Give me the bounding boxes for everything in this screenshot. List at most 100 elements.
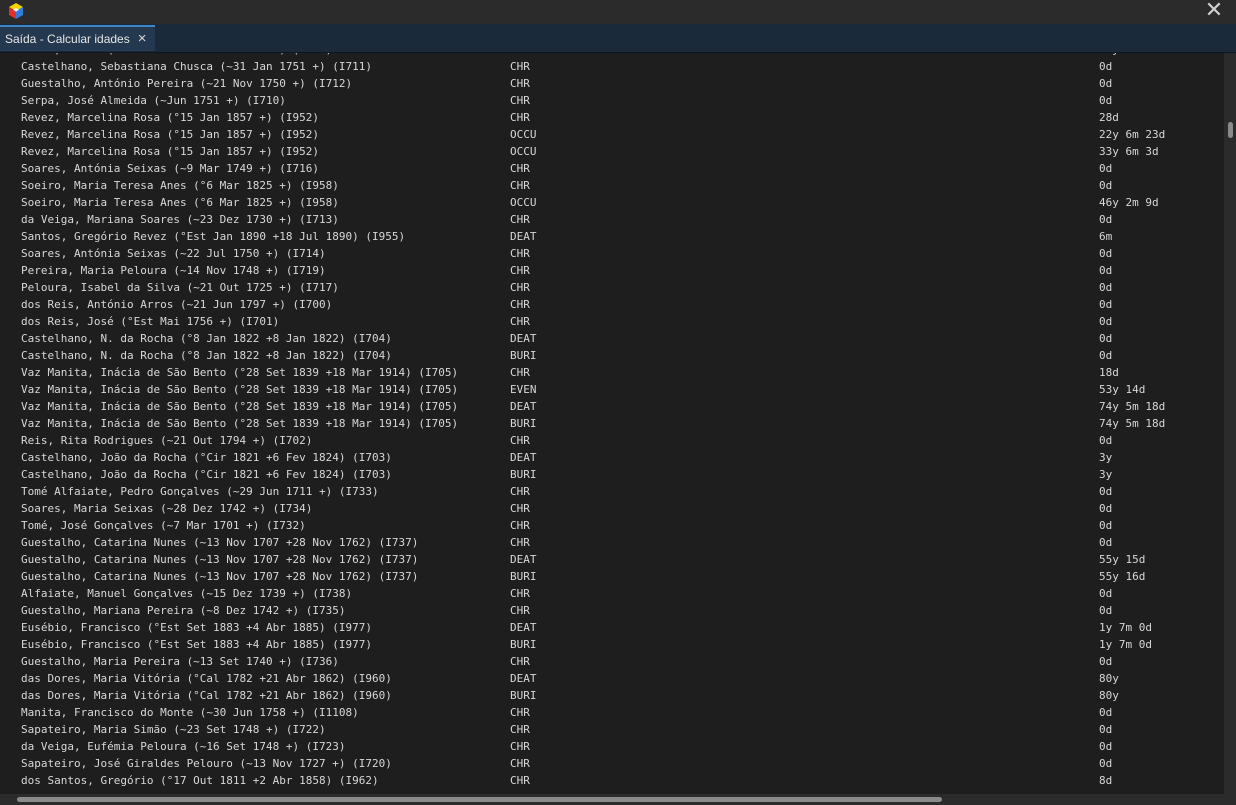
row-event: CHR — [510, 60, 530, 73]
row-event: CHR — [510, 740, 530, 753]
row-name: Castelhano, João da Rocha (°Cir 1821 +6 … — [21, 468, 392, 481]
row-name: Guestalho, Catarina Nunes (~13 Nov 1707 … — [21, 536, 419, 549]
output-row: Sapateiro, Maria Simão (~23 Set 1748 +) … — [21, 721, 1221, 738]
row-event: OCCU — [510, 145, 537, 158]
output-row: Sapateiro, José Giraldes Pelouro (~13 No… — [21, 755, 1221, 772]
row-name: Revez, Marcelina Rosa (°15 Jan 1857 +) (… — [21, 128, 320, 141]
row-age: 0d — [1099, 179, 1113, 192]
row-age: 8d — [1099, 774, 1113, 787]
output-row: das Dores, Maria Vitória (°Cal 1782 +21 … — [21, 670, 1221, 687]
row-event: BURI — [510, 468, 537, 481]
output-row: Soares, Antónia Seixas (~22 Jul 1750 +) … — [21, 245, 1221, 262]
row-name: Soares, Maria Seixas (~28 Dez 1742 +) (I… — [21, 502, 313, 515]
row-name: Vaz Manita, Inácia de São Bento (°28 Set… — [21, 383, 459, 396]
row-name: Castelhano, N. da Rocha (°8 Jan 1822 +8 … — [21, 332, 392, 345]
row-age: 0d — [1099, 77, 1113, 90]
row-name: Soeiro, Maria Teresa Anes (°6 Mar 1825 +… — [21, 179, 339, 192]
row-age: 6m — [1099, 230, 1113, 243]
row-age: 1y 7m 0d — [1099, 638, 1152, 651]
row-age: 0d — [1099, 60, 1113, 73]
row-name: Revez, Marcelina Rosa (°15 Jan 1857 +) (… — [21, 145, 320, 158]
output-row: Soeiro, Maria Teresa Anes (°6 Mar 1825 +… — [21, 194, 1221, 211]
row-name: Eusébio, Francisco (°Est Set 1883 +4 Abr… — [21, 621, 372, 634]
horizontal-scrollbar[interactable] — [0, 794, 1236, 805]
row-age: 28d — [1099, 111, 1119, 124]
row-event: CHR — [510, 774, 530, 787]
output-row: Revez, Marcelina Rosa (°15 Jan 1857 +) (… — [21, 143, 1221, 160]
row-name: Tomé Alfaiate, Pedro Gonçalves (~29 Jun … — [21, 485, 379, 498]
row-event: CHR — [510, 536, 530, 549]
tab-calcular-idades[interactable]: Saída - Calcular idades × — [0, 25, 155, 51]
row-age: 0d — [1099, 349, 1113, 362]
row-age: 0d — [1099, 706, 1113, 719]
row-age: 3y — [1099, 451, 1113, 464]
row-event: CHR — [510, 315, 530, 328]
row-age: 0d — [1099, 536, 1113, 549]
output-row: dos Reis, António Arros (~21 Jun 1797 +)… — [21, 296, 1221, 313]
row-event: DEAT — [510, 230, 537, 243]
tab-bar: Saída - Calcular idades × — [0, 24, 1236, 53]
row-event: CHR — [510, 485, 530, 498]
title-bar: ✕ — [0, 0, 1236, 24]
row-name: da Veiga, Mariana Soares (~23 Dez 1730 +… — [21, 213, 339, 226]
output-row: Serpa, José Almeida (~Jun 1751 +) (I710)… — [21, 92, 1221, 109]
tab-close-icon[interactable]: × — [138, 31, 147, 46]
row-name: Alfaiate, Manuel Gonçalves (~15 Dez 1739… — [21, 587, 353, 600]
vertical-scrollbar[interactable] — [1224, 53, 1236, 794]
row-event: CHR — [510, 264, 530, 277]
output-row: Guestalho, Catarina Nunes (~13 Nov 1707 … — [21, 534, 1221, 551]
output-row: Eusébio, Francisco (°Est Set 1883 +4 Abr… — [21, 636, 1221, 653]
row-age: 74y 5m 18d — [1099, 417, 1166, 430]
row-name: Castelhano, João da Rocha (°Cir 1821 +6 … — [21, 451, 392, 464]
row-event: BURI — [510, 349, 537, 362]
row-age: 33y 6m 3d — [1099, 145, 1159, 158]
row-age: 0d — [1099, 485, 1113, 498]
row-age: 80y — [1099, 672, 1119, 685]
row-name: Guestalho, Maria Pereira (~13 Set 1740 +… — [21, 655, 339, 668]
row-name: dos Santos, Gregório (°17 Out 1811 +2 Ab… — [21, 774, 379, 787]
row-age: 53y 14d — [1099, 383, 1146, 396]
row-age: 0d — [1099, 502, 1113, 515]
row-event: CHR — [510, 655, 530, 668]
output-row: Peloura, Isabel da Silva (~21 Out 1725 +… — [21, 279, 1221, 296]
output-row: Manita, Francisco do Monte (~30 Jun 1758… — [21, 704, 1221, 721]
vertical-scrollbar-thumb[interactable] — [1228, 122, 1233, 138]
output-row: Revez, Marcelina Rosa (°15 Jan 1857 +) (… — [21, 109, 1221, 126]
row-age: 0d — [1099, 264, 1113, 277]
horizontal-scrollbar-thumb[interactable] — [17, 797, 942, 802]
row-name: da Veiga, Eufémia Peloura (~16 Set 1748 … — [21, 740, 346, 753]
row-age: 18d — [1099, 366, 1119, 379]
output-row: da Veiga, Eufémia Peloura (~16 Set 1748 … — [21, 738, 1221, 755]
output-row: Pereira, Maria Peloura (~14 Nov 1748 +) … — [21, 262, 1221, 279]
output-row: Tomé, José Gonçalves (~7 Mar 1701 +) (I7… — [21, 517, 1221, 534]
output-panel[interactable]: Pires, Maria (~25 Dez 1816 +22 Out 1850)… — [0, 53, 1224, 794]
row-event: BURI — [510, 570, 537, 583]
app-logo-icon — [9, 3, 23, 19]
output-row: Vaz Manita, Inácia de São Bento (°28 Set… — [21, 415, 1221, 432]
window-close-button[interactable]: ✕ — [1200, 0, 1228, 22]
output-row: Guestalho, Maria Pereira (~13 Set 1740 +… — [21, 653, 1221, 670]
row-event: CHR — [510, 757, 530, 770]
row-name: Vaz Manita, Inácia de São Bento (°28 Set… — [21, 400, 459, 413]
row-age: 0d — [1099, 332, 1113, 345]
row-name: Sapateiro, José Giraldes Pelouro (~13 No… — [21, 757, 392, 770]
row-event: BURI — [510, 638, 537, 651]
row-age: 0d — [1099, 247, 1113, 260]
row-name: Pereira, Maria Peloura (~14 Nov 1748 +) … — [21, 264, 326, 277]
output-row: Castelhano, João da Rocha (°Cir 1821 +6 … — [21, 466, 1221, 483]
output-row: Guestalho, Catarina Nunes (~13 Nov 1707 … — [21, 568, 1221, 585]
row-event: OCCU — [510, 196, 537, 209]
row-event: CHR — [510, 298, 530, 311]
output-row: Vaz Manita, Inácia de São Bento (°28 Set… — [21, 381, 1221, 398]
output-row: Santos, Gregório Revez (°Est Jan 1890 +1… — [21, 228, 1221, 245]
row-age: 0d — [1099, 298, 1113, 311]
output-row: Reis, Rita Rodrigues (~21 Out 1794 +) (I… — [21, 432, 1221, 449]
output-row: Vaz Manita, Inácia de São Bento (°28 Set… — [21, 364, 1221, 381]
row-name: Guestalho, Mariana Pereira (~8 Dez 1742 … — [21, 604, 346, 617]
row-event: BURI — [510, 417, 537, 430]
row-name: Guestalho, Catarina Nunes (~13 Nov 1707 … — [21, 570, 419, 583]
row-age: 1y 7m 0d — [1099, 621, 1152, 634]
row-event: CHR — [510, 434, 530, 447]
output-row: dos Santos, Gregório (°17 Out 1811 +2 Ab… — [21, 772, 1221, 789]
row-name: Santos, Gregório Revez (°Est Jan 1890 +1… — [21, 230, 406, 243]
